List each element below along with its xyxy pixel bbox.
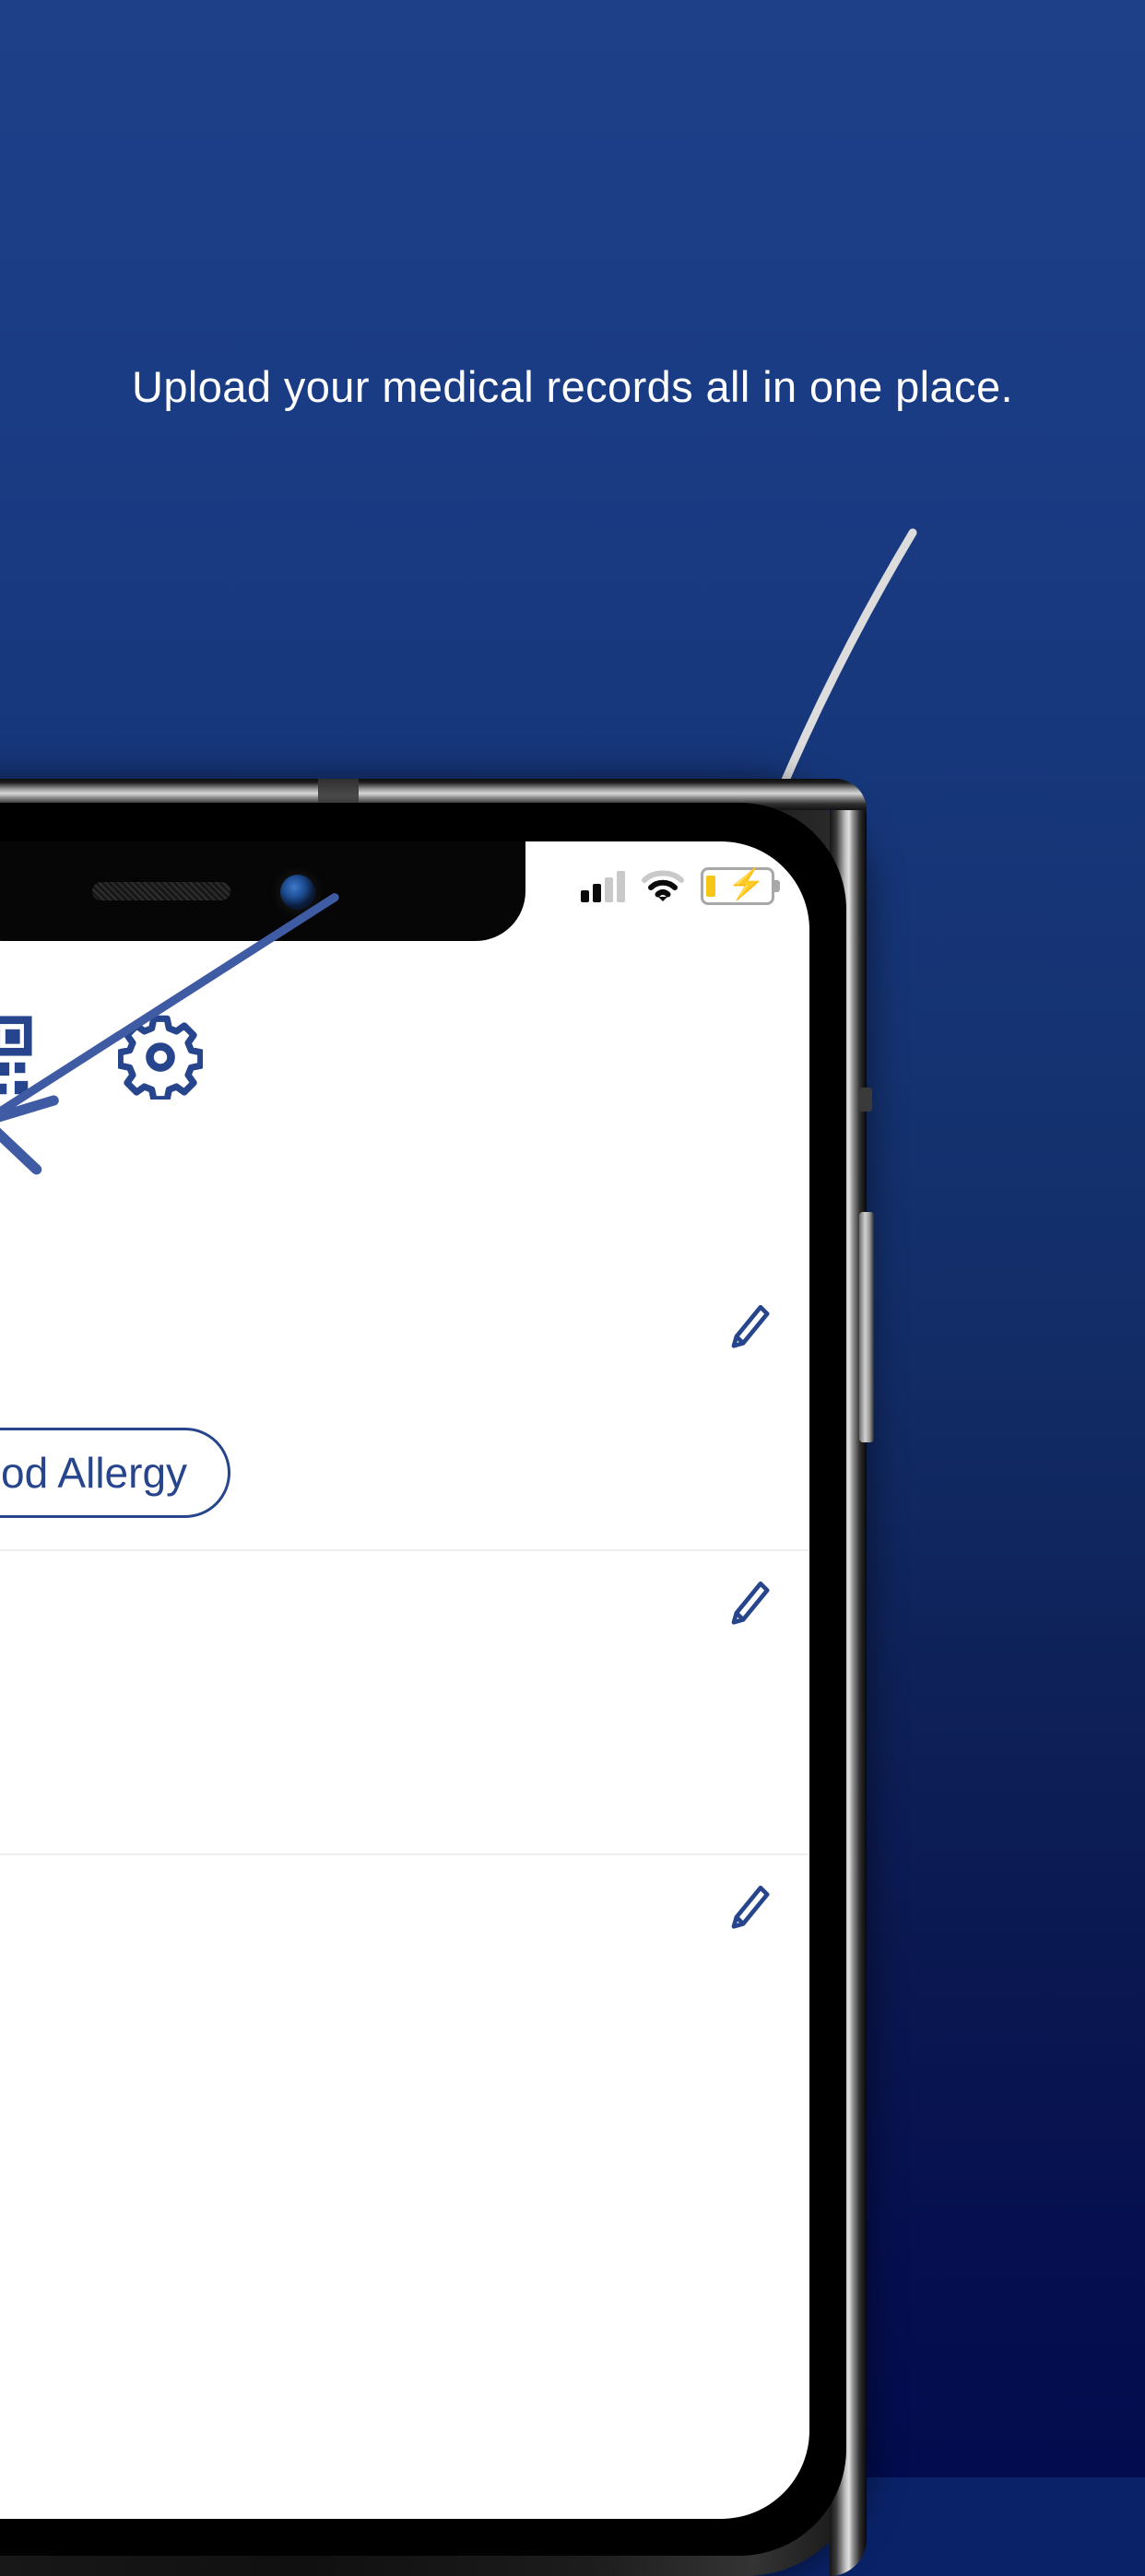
status-bar: ⚡ — [581, 866, 780, 905]
signal-bars-icon — [581, 870, 625, 902]
allergy-chip-row: Skin Allergy Food Allergy — [0, 1427, 231, 1518]
phone-screen: ⚡ od Allergy — [0, 841, 809, 2519]
speaker-grille-icon — [92, 882, 230, 900]
charging-bolt-icon: ⚡ — [727, 866, 766, 900]
wifi-icon — [642, 870, 684, 901]
phone-notch — [0, 841, 525, 941]
edit-pencil-icon[interactable] — [719, 1300, 773, 1354]
settings-gear-icon[interactable] — [118, 1015, 203, 1100]
phone-device: ⚡ od Allergy — [0, 779, 874, 2576]
battery-charging-icon: ⚡ — [701, 866, 780, 905]
chip-food-allergy[interactable]: Food Allergy — [0, 1427, 231, 1518]
front-camera-icon — [280, 875, 315, 910]
app-header-icons — [0, 1015, 203, 1100]
records-list: Skin Allergy Food Allergy — [0, 1275, 809, 2519]
allergies-section: Skin Allergy Food Allergy — [0, 1275, 809, 1551]
promo-headline: Upload your medical records all in one p… — [132, 362, 1013, 411]
edit-pencil-icon[interactable] — [719, 1577, 773, 1630]
battery-level — [706, 876, 715, 897]
antenna-band-side — [859, 1088, 872, 1112]
qr-code-icon[interactable] — [0, 1015, 33, 1100]
section-two — [0, 1551, 809, 1855]
power-button[interactable] — [859, 1212, 874, 1442]
section-three — [0, 1855, 809, 2159]
phone-bezel: ⚡ od Allergy — [0, 803, 846, 2556]
edit-pencil-icon[interactable] — [719, 1881, 773, 1935]
